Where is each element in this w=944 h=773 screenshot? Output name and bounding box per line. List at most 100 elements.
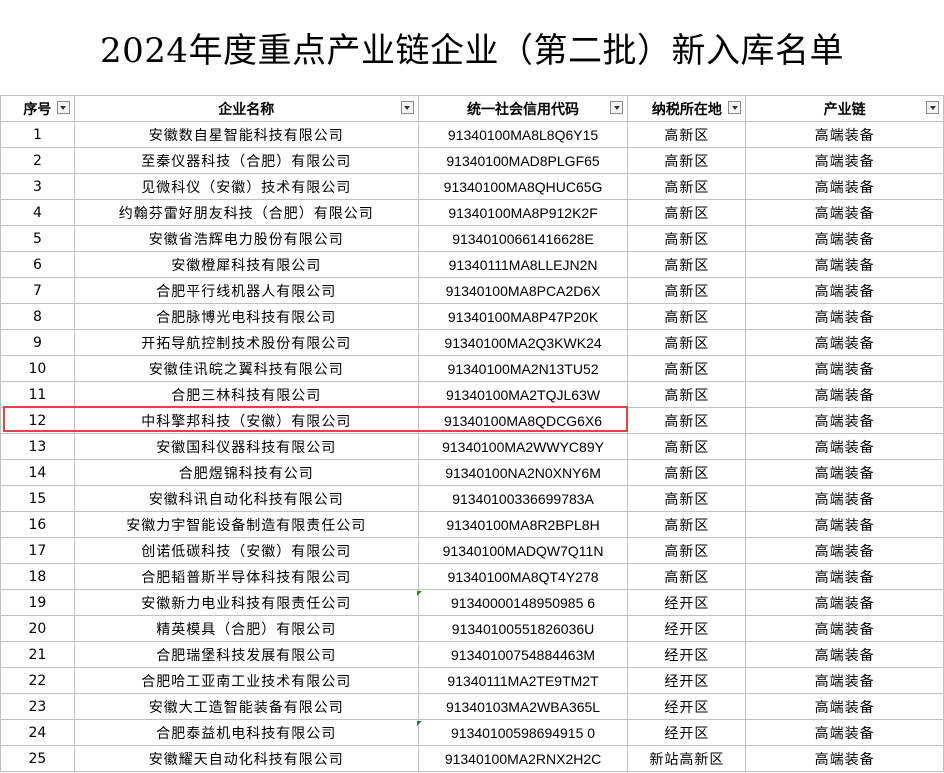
cell-company-name[interactable]: 约翰芬雷好朋友科技（合肥）有限公司 (73, 199, 419, 226)
cell-credit-code[interactable]: 91340100551826036U (417, 615, 629, 642)
cell-index[interactable]: 11 (0, 381, 75, 408)
cell-industry-chain[interactable]: 高端装备 (745, 719, 944, 746)
cell-company-name[interactable]: 安徽橙犀科技有限公司 (73, 251, 419, 278)
cell-company-name[interactable]: 合肥煜锦科技有公司 (73, 459, 419, 486)
cell-credit-code[interactable]: 91340100MADQW7Q11N (417, 537, 629, 564)
cell-company-name[interactable]: 见微科仪（安徽）技术有限公司 (73, 173, 419, 200)
cell-index[interactable]: 24 (0, 719, 75, 746)
cell-tax-location[interactable]: 高新区 (627, 303, 747, 330)
cell-index[interactable]: 13 (0, 433, 75, 460)
cell-index[interactable]: 7 (0, 277, 75, 304)
cell-credit-code[interactable]: 91340100NA2N0XNY6M (417, 459, 629, 486)
cell-company-name[interactable]: 合肥瑞堡科技发展有限公司 (73, 641, 419, 668)
cell-tax-location[interactable]: 高新区 (627, 459, 747, 486)
cell-company-name[interactable]: 安徽力宇智能设备制造有限责任公司 (73, 511, 419, 538)
cell-industry-chain[interactable]: 高端装备 (745, 277, 944, 304)
cell-industry-chain[interactable]: 高端装备 (745, 329, 944, 356)
cell-index[interactable]: 25 (0, 745, 75, 772)
cell-credit-code[interactable]: 91340100MAD8PLGF65 (417, 147, 629, 174)
cell-industry-chain[interactable]: 高端装备 (745, 589, 944, 616)
cell-company-name[interactable]: 合肥三林科技有限公司 (73, 381, 419, 408)
cell-index[interactable]: 16 (0, 511, 75, 538)
cell-company-name[interactable]: 中科擎邦科技（安徽）有限公司 (73, 407, 419, 434)
filter-dropdown-icon[interactable] (610, 101, 624, 114)
cell-credit-code[interactable]: 91340100336699783A (417, 485, 629, 512)
cell-index[interactable]: 3 (0, 173, 75, 200)
cell-company-name[interactable]: 安徽数自星智能科技有限公司 (73, 121, 419, 148)
cell-credit-code[interactable]: 91340100MA8PCA2D6X (417, 277, 629, 304)
cell-credit-code[interactable]: 91340100MA2WWYC89Y (417, 433, 629, 460)
cell-index[interactable]: 14 (0, 459, 75, 486)
cell-index[interactable]: 1 (0, 121, 75, 148)
cell-industry-chain[interactable]: 高端装备 (745, 485, 944, 512)
cell-company-name[interactable]: 至秦仪器科技（合肥）有限公司 (73, 147, 419, 174)
cell-industry-chain[interactable]: 高端装备 (745, 615, 944, 642)
cell-index[interactable]: 8 (0, 303, 75, 330)
cell-industry-chain[interactable]: 高端装备 (745, 407, 944, 434)
cell-tax-location[interactable]: 经开区 (627, 589, 747, 616)
cell-index[interactable]: 15 (0, 485, 75, 512)
cell-company-name[interactable]: 安徽国科仪器科技有限公司 (73, 433, 419, 460)
cell-index[interactable]: 17 (0, 537, 75, 564)
cell-company-name[interactable]: 合肥脉博光电科技有限公司 (73, 303, 419, 330)
cell-company-name[interactable]: 合肥哈工亚南工业技术有限公司 (73, 667, 419, 694)
cell-credit-code[interactable]: 91340100MA2Q3KWK24 (417, 329, 629, 356)
cell-industry-chain[interactable]: 高端装备 (745, 303, 944, 330)
cell-index[interactable]: 22 (0, 667, 75, 694)
cell-company-name[interactable]: 合肥平行线机器人有限公司 (73, 277, 419, 304)
cell-industry-chain[interactable]: 高端装备 (745, 641, 944, 668)
cell-credit-code[interactable]: 91340100MA8P912K2F (417, 199, 629, 226)
cell-industry-chain[interactable]: 高端装备 (745, 693, 944, 720)
cell-industry-chain[interactable]: 高端装备 (745, 121, 944, 148)
cell-industry-chain[interactable]: 高端装备 (745, 381, 944, 408)
cell-index[interactable]: 6 (0, 251, 75, 278)
cell-industry-chain[interactable]: 高端装备 (745, 433, 944, 460)
filter-dropdown-icon[interactable] (400, 101, 414, 114)
cell-tax-location[interactable]: 高新区 (627, 147, 747, 174)
cell-industry-chain[interactable]: 高端装备 (745, 225, 944, 252)
cell-company-name[interactable]: 安徽耀天自动化科技有限公司 (73, 745, 419, 772)
cell-credit-code[interactable]: 91340100754884463M (417, 641, 629, 668)
cell-tax-location[interactable]: 高新区 (627, 511, 747, 538)
cell-tax-location[interactable]: 高新区 (627, 433, 747, 460)
cell-credit-code[interactable]: 91340000148950985 6 (417, 589, 629, 616)
cell-tax-location[interactable]: 高新区 (627, 381, 747, 408)
cell-credit-code[interactable]: 91340100MA2TQJL63W (417, 381, 629, 408)
filter-dropdown-icon[interactable] (728, 101, 742, 114)
cell-company-name[interactable]: 精英模具（合肥）有限公司 (73, 615, 419, 642)
cell-industry-chain[interactable]: 高端装备 (745, 511, 944, 538)
cell-credit-code[interactable]: 91340100598694915 0 (417, 719, 629, 746)
cell-tax-location[interactable]: 高新区 (627, 355, 747, 382)
cell-tax-location[interactable]: 高新区 (627, 407, 747, 434)
cell-company-name[interactable]: 安徽佳讯皖之翼科技有限公司 (73, 355, 419, 382)
cell-tax-location[interactable]: 经开区 (627, 641, 747, 668)
cell-company-name[interactable]: 合肥泰益机电科技有限公司 (73, 719, 419, 746)
cell-credit-code[interactable]: 91340100661416628E (417, 225, 629, 252)
cell-credit-code[interactable]: 91340100MA8QHUC65G (417, 173, 629, 200)
cell-industry-chain[interactable]: 高端装备 (745, 355, 944, 382)
cell-credit-code[interactable]: 91340100MA8QDCG6X6 (417, 407, 629, 434)
cell-credit-code[interactable]: 91340100MA8R2BPL8H (417, 511, 629, 538)
cell-credit-code[interactable]: 91340100MA2N13TU52 (417, 355, 629, 382)
cell-index[interactable]: 2 (0, 147, 75, 174)
cell-tax-location[interactable]: 高新区 (627, 251, 747, 278)
cell-index[interactable]: 10 (0, 355, 75, 382)
cell-credit-code[interactable]: 91340111MA2TE9TM2T (417, 667, 629, 694)
cell-tax-location[interactable]: 经开区 (627, 615, 747, 642)
cell-credit-code[interactable]: 91340103MA2WBA365L (417, 693, 629, 720)
cell-tax-location[interactable]: 高新区 (627, 485, 747, 512)
cell-tax-location[interactable]: 经开区 (627, 667, 747, 694)
cell-industry-chain[interactable]: 高端装备 (745, 459, 944, 486)
cell-company-name[interactable]: 开拓导航控制技术股份有限公司 (73, 329, 419, 356)
cell-index[interactable]: 18 (0, 563, 75, 590)
cell-index[interactable]: 9 (0, 329, 75, 356)
cell-company-name[interactable]: 合肥韬普斯半导体科技有限公司 (73, 563, 419, 590)
cell-tax-location[interactable]: 高新区 (627, 199, 747, 226)
cell-tax-location[interactable]: 新站高新区 (627, 745, 747, 772)
cell-company-name[interactable]: 安徽省浩辉电力股份有限公司 (73, 225, 419, 252)
cell-credit-code[interactable]: 91340111MA8LLEJN2N (417, 251, 629, 278)
cell-tax-location[interactable]: 高新区 (627, 121, 747, 148)
cell-tax-location[interactable]: 高新区 (627, 173, 747, 200)
cell-index[interactable]: 21 (0, 641, 75, 668)
filter-dropdown-icon[interactable] (56, 101, 70, 114)
